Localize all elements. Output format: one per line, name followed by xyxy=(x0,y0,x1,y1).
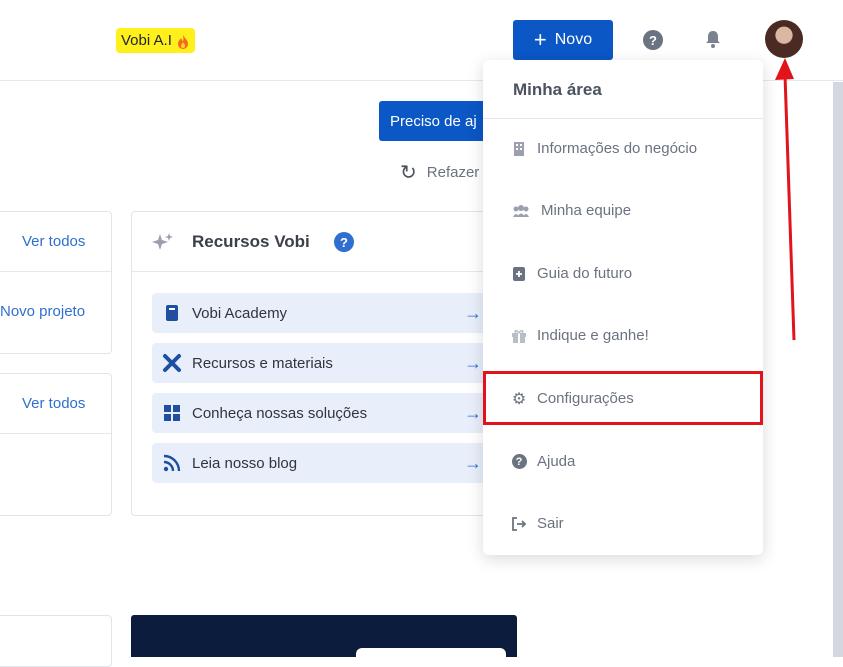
divider xyxy=(132,271,512,272)
tools-icon xyxy=(162,353,182,373)
arrow-right-icon: → xyxy=(464,352,482,373)
fire-icon xyxy=(176,33,190,49)
new-project-link[interactable]: Novo projeto xyxy=(0,303,85,320)
arrow-right-icon: → xyxy=(464,302,482,323)
gift-icon xyxy=(511,328,527,344)
resource-label: Recursos e materiais xyxy=(192,354,333,372)
menu-item-team[interactable]: Minha equipe xyxy=(511,202,631,219)
redo-button[interactable]: ↻ Refazer xyxy=(400,160,479,185)
question-circle-icon[interactable]: ? xyxy=(643,30,663,50)
menu-item-label: Informações do negócio xyxy=(537,140,698,157)
arrow-right-icon: → xyxy=(464,402,482,423)
resource-label: Conheça nossas soluções xyxy=(192,404,368,422)
divider xyxy=(0,433,111,434)
highlight-box xyxy=(483,371,763,425)
rss-icon xyxy=(162,453,182,473)
new-button[interactable]: + Novo xyxy=(513,20,613,60)
question-circle-icon: ? xyxy=(511,454,527,470)
resource-item-solutions[interactable]: Conheça nossas soluções → xyxy=(152,393,492,433)
view-all-link-2[interactable]: Ver todos xyxy=(22,395,85,412)
guide-book-icon xyxy=(511,266,527,282)
menu-item-logout[interactable]: Sair xyxy=(511,515,564,532)
resources-title: Recursos Vobi xyxy=(192,232,310,251)
scrollbar[interactable] xyxy=(833,82,843,657)
bottom-left-card xyxy=(0,615,112,667)
user-menu: Minha área Informações do negócio Minha … xyxy=(483,60,763,555)
menu-item-label: Ajuda xyxy=(537,453,576,470)
menu-item-future-guide[interactable]: Guia do futuro xyxy=(511,265,632,282)
book-icon xyxy=(162,303,182,323)
help-button-label: Preciso de aj xyxy=(390,112,477,130)
menu-item-label: Sair xyxy=(537,515,564,532)
menu-divider xyxy=(483,118,763,119)
menu-item-label: Minha equipe xyxy=(541,202,632,219)
menu-item-business-info[interactable]: Informações do negócio xyxy=(511,140,697,157)
new-button-label: Novo xyxy=(554,31,593,48)
redo-label: Refazer xyxy=(426,164,480,181)
resource-label: Vobi Academy xyxy=(192,304,288,322)
redo-icon: ↻ xyxy=(400,162,417,184)
view-all-link[interactable]: Ver todos xyxy=(22,233,85,250)
divider xyxy=(0,271,111,272)
team-icon xyxy=(511,203,531,219)
plus-icon: + xyxy=(533,27,547,52)
menu-item-label: Indique e ganhe! xyxy=(537,327,649,344)
sparkle-icon xyxy=(152,232,174,252)
brand-badge[interactable]: Vobi A.I xyxy=(116,28,195,53)
puzzle-icon xyxy=(162,403,182,423)
promo-banner-button[interactable] xyxy=(356,648,506,660)
menu-item-refer[interactable]: Indique e ganhe! xyxy=(511,327,649,344)
promo-banner xyxy=(131,615,517,660)
logout-icon xyxy=(511,516,527,532)
building-icon xyxy=(511,141,527,157)
annotation-arrow xyxy=(775,58,796,341)
brand-name: Vobi A.I xyxy=(121,32,172,49)
menu-item-help[interactable]: ? Ajuda xyxy=(511,453,575,470)
resource-item-academy[interactable]: Vobi Academy → xyxy=(152,293,492,333)
resource-item-blog[interactable]: Leia nosso blog → xyxy=(152,443,492,483)
menu-item-label: Guia do futuro xyxy=(537,265,633,282)
bell-icon[interactable] xyxy=(704,29,722,49)
resource-label: Leia nosso blog xyxy=(192,454,298,472)
question-circle-icon[interactable]: ? xyxy=(334,232,354,252)
help-button[interactable]: Preciso de aj xyxy=(379,101,499,141)
menu-title: Minha área xyxy=(513,80,602,99)
resource-item-materials[interactable]: Recursos e materiais → xyxy=(152,343,492,383)
arrow-right-icon: → xyxy=(464,452,482,473)
